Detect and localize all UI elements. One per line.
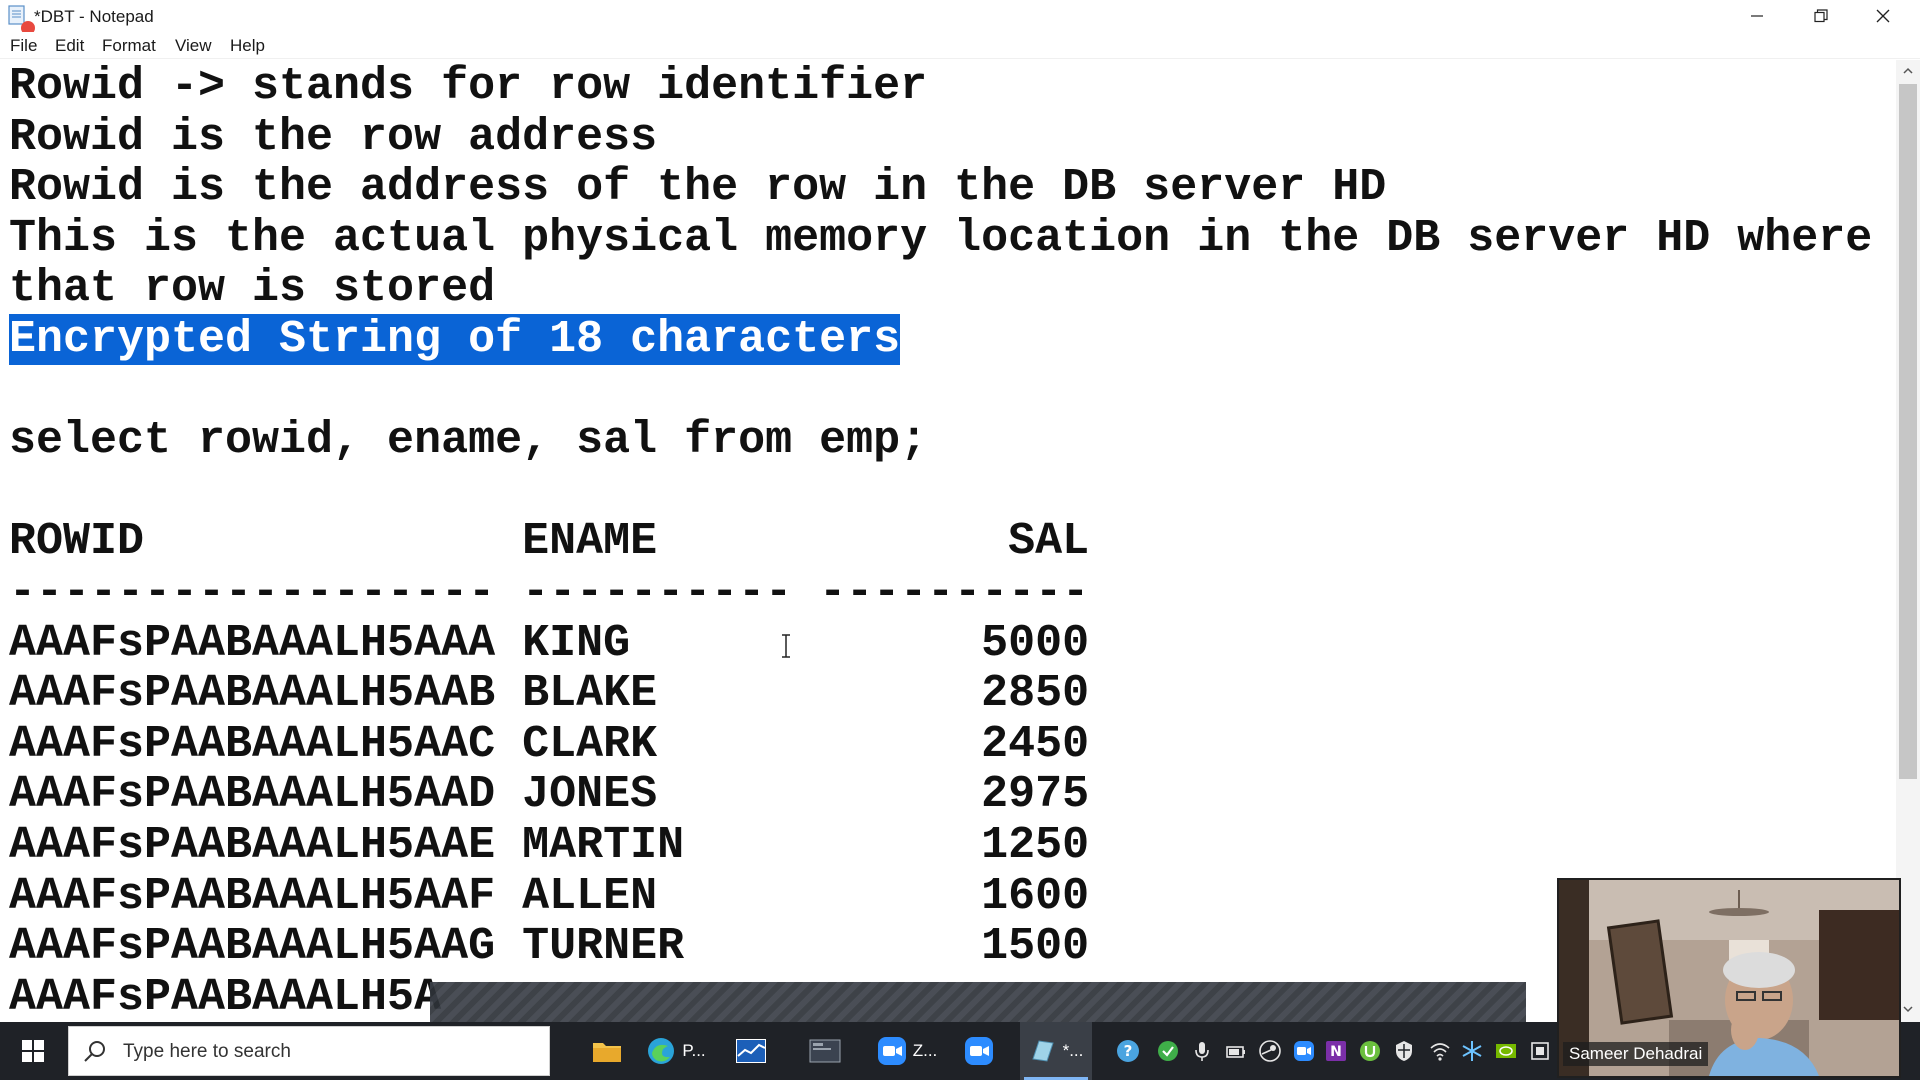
- usb-tray-icon[interactable]: [1528, 1039, 1552, 1063]
- editor-line: AAAFsPAABAAALH5AAA KING 5000: [9, 617, 1090, 669]
- editor-line-selected-wrap: Encrypted String of 18 characters: [9, 313, 1872, 366]
- windows-logo-icon: [22, 1040, 44, 1062]
- menu-format[interactable]: Format: [102, 36, 156, 56]
- close-icon: [1876, 9, 1890, 23]
- app-chart-icon: [736, 1039, 766, 1063]
- taskbar-app-chart[interactable]: [730, 1022, 778, 1080]
- shield-check-tray-icon[interactable]: [1156, 1039, 1180, 1063]
- security-tray-icon[interactable]: [1392, 1039, 1416, 1063]
- screen-share-overlay-bar: [430, 982, 1526, 1022]
- search-placeholder: Type here to search: [123, 1041, 291, 1062]
- microphone-tray-icon[interactable]: [1190, 1039, 1214, 1063]
- wifi-tray-icon[interactable]: [1428, 1039, 1452, 1063]
- webcam-participant-name: Sameer Dehadrai: [1563, 1042, 1709, 1066]
- editor-line: Rowid is the address of the row in the D…: [9, 162, 1387, 214]
- taskbar-app-zoom-meeting[interactable]: [958, 1022, 1006, 1080]
- selected-text[interactable]: Encrypted String of 18 characters: [9, 313, 901, 365]
- editor-line: that row is stored: [9, 263, 496, 315]
- notepad-icon: [1031, 1040, 1054, 1062]
- editor-line: ------------------ ---------- ----------: [9, 566, 1090, 618]
- editor-line: ROWID ENAME SAL: [9, 516, 1090, 568]
- edge-browser-icon: [648, 1038, 675, 1064]
- close-button[interactable]: [1852, 0, 1914, 32]
- taskbar-search-box[interactable]: Type here to search: [68, 1026, 550, 1076]
- notepad-window: *DBT - Notepad File Edit Format View Hel…: [0, 0, 1920, 1022]
- menu-bar: File Edit Format View Help: [0, 32, 1920, 59]
- editor-line: AAAFsPAABAAALH5AAB BLAKE 2850: [9, 668, 1090, 720]
- menu-edit[interactable]: Edit: [55, 36, 84, 56]
- zoom-tray-icon[interactable]: [1292, 1039, 1316, 1063]
- torrent-tray-icon[interactable]: [1358, 1039, 1382, 1063]
- start-button[interactable]: [0, 1022, 66, 1080]
- taskbar-app-edge[interactable]: P...: [640, 1022, 712, 1080]
- snowflake-tray-icon[interactable]: [1460, 1039, 1484, 1063]
- window-title: *DBT - Notepad: [34, 7, 154, 26]
- minimize-button[interactable]: [1726, 0, 1788, 32]
- taskbar-app-file-explorer[interactable]: [586, 1022, 634, 1080]
- text-cursor-icon: [782, 634, 790, 658]
- taskbar-app-notepad[interactable]: *...: [1020, 1022, 1092, 1080]
- menu-file[interactable]: File: [10, 36, 37, 56]
- editor-line: Rowid -> stands for row identifier: [9, 61, 928, 112]
- editor-line: AAAFsPAABAAALH5AAC CLARK 2450: [9, 718, 1090, 770]
- svg-text:N: N: [1330, 1044, 1342, 1060]
- minimize-icon: [1751, 15, 1763, 17]
- svg-text:?: ?: [1124, 1042, 1133, 1060]
- editor-line: This is the actual physical memory locat…: [9, 212, 1873, 264]
- taskbar-app-terminal[interactable]: [804, 1022, 852, 1080]
- taskbar-app-zoom[interactable]: Z...: [872, 1022, 942, 1080]
- onenote-tray-icon[interactable]: N: [1324, 1039, 1348, 1063]
- file-explorer-icon: [593, 1043, 621, 1062]
- terminal-app-icon: [809, 1039, 841, 1063]
- title-bar[interactable]: *DBT - Notepad: [0, 0, 1920, 35]
- editor-line: AAAFsPAABAAALH5AAE MARTIN 1250: [9, 819, 1090, 871]
- menu-view[interactable]: View: [175, 36, 212, 56]
- menu-help[interactable]: Help: [230, 36, 265, 56]
- nvidia-tray-icon[interactable]: [1494, 1039, 1518, 1063]
- help-tray-icon[interactable]: ?: [1116, 1039, 1140, 1063]
- editor-line: select rowid, ename, sal from emp;: [9, 415, 928, 467]
- scroll-up-icon[interactable]: [1901, 64, 1915, 78]
- steam-tray-icon[interactable]: [1258, 1039, 1282, 1063]
- scroll-down-icon[interactable]: [1901, 1002, 1915, 1016]
- scrollbar-thumb[interactable]: [1899, 84, 1917, 779]
- restore-button[interactable]: [1790, 0, 1852, 32]
- battery-tray-icon[interactable]: [1224, 1039, 1248, 1063]
- zoom-icon: [877, 1037, 906, 1065]
- editor-line: Rowid is the row address: [9, 111, 658, 163]
- search-icon: [84, 1041, 105, 1062]
- zoom-meeting-icon: [965, 1037, 993, 1065]
- editor-line: AAAFsPAABAAALH5AAD JONES 2975: [9, 769, 1090, 821]
- restore-icon: [1814, 9, 1828, 23]
